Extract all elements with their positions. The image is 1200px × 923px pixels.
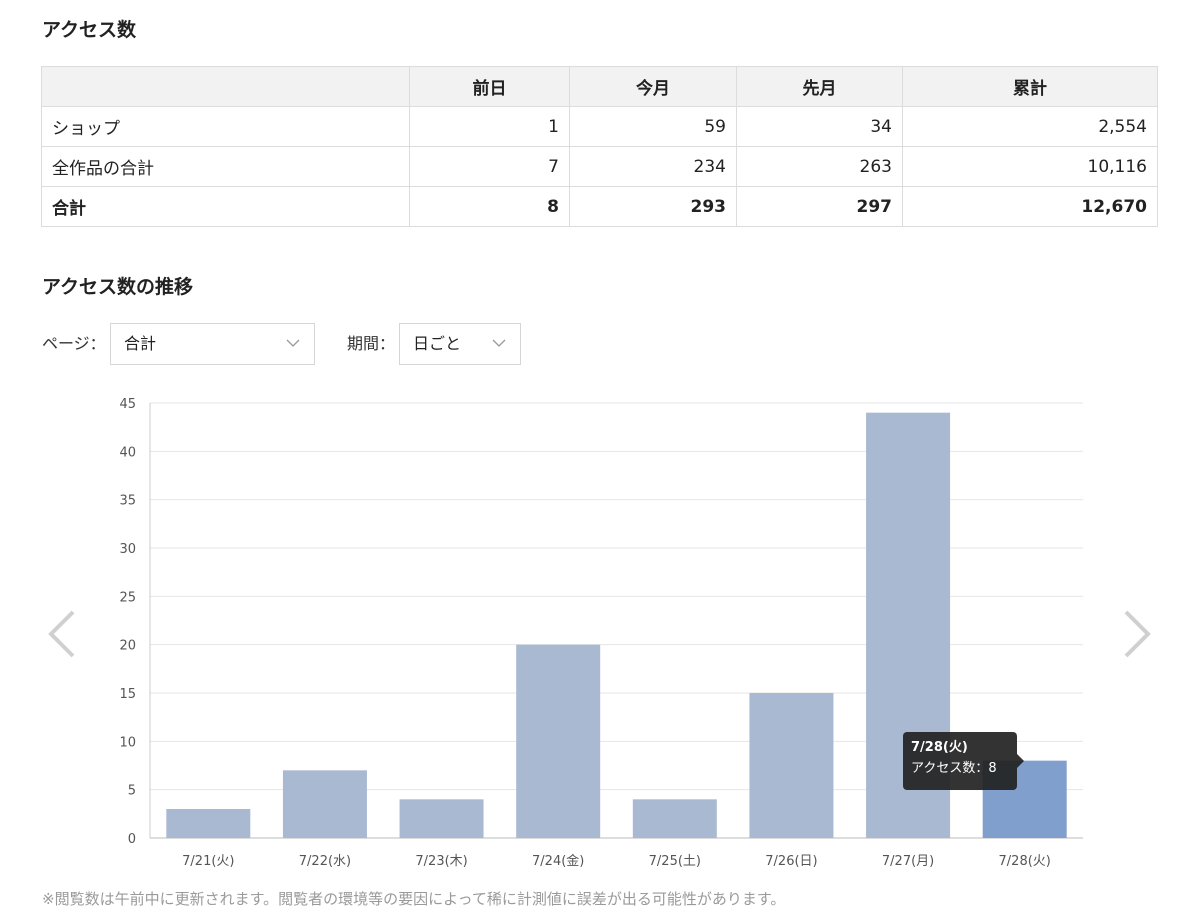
y-tick-label: 0	[128, 832, 136, 847]
bar	[632, 799, 717, 838]
table-header-blank	[41, 66, 410, 107]
row-label: 全作品の合計	[41, 146, 410, 187]
y-tick-label: 30	[119, 542, 136, 557]
page-select[interactable]: 合計	[110, 323, 315, 365]
cell-last-month: 297	[736, 186, 903, 227]
cell-last-month: 263	[736, 146, 903, 187]
y-tick-label: 5	[128, 784, 136, 799]
page-filter-label: ページ：	[42, 334, 106, 353]
y-tick-label: 35	[119, 494, 136, 509]
period-select[interactable]: 日ごと	[399, 323, 521, 365]
cell-yesterday: 1	[409, 106, 570, 147]
table-header-last-month: 先月	[736, 66, 903, 107]
bar	[166, 809, 251, 838]
table-header-cumulative: 累計	[902, 66, 1158, 107]
chevron-down-icon	[492, 339, 506, 347]
chart-tooltip: 7/28(火) アクセス数：8	[903, 732, 1024, 790]
cell-this-month: 293	[569, 186, 737, 227]
bar	[749, 693, 834, 838]
x-tick-label: 7/23(木)	[415, 854, 467, 869]
period-select-value: 日ごと	[413, 334, 462, 353]
cell-last-month: 34	[736, 106, 903, 147]
tooltip-body: アクセス数：8	[911, 758, 1009, 780]
table-header-yesterday: 前日	[409, 66, 570, 107]
y-tick-label: 15	[119, 687, 136, 702]
tooltip-title: 7/28(火)	[911, 740, 968, 755]
tooltip-label: アクセス数：	[911, 761, 989, 776]
x-tick-label: 7/28(火)	[999, 854, 1051, 869]
cell-this-month: 59	[569, 106, 737, 147]
cell-cumulative: 2,554	[902, 106, 1158, 147]
chevron-right-icon[interactable]	[1120, 608, 1154, 660]
x-tick-label: 7/22(水)	[299, 854, 351, 869]
table-row-all-works: 全作品の合計 7 234 263 10,116	[41, 146, 1158, 187]
table-row-total: 合計 8 293 297 12,670	[41, 186, 1158, 227]
access-bar-chart: 0 5 10 15 20 25 30 35 40 45 7/21(火) 7/22(水) 7/23(木) 7…	[119, 397, 1083, 869]
x-tick-label: 7/26(日)	[765, 854, 817, 869]
chevron-left-icon[interactable]	[45, 608, 79, 660]
y-tick-label: 40	[119, 445, 136, 460]
row-label: ショップ	[41, 106, 410, 147]
x-tick-label: 7/27(月)	[882, 854, 934, 869]
bar	[516, 644, 601, 838]
cell-this-month: 234	[569, 146, 737, 187]
table-header-row: 前日 今月 先月 累計	[41, 66, 1158, 107]
x-tick-label: 7/24(金)	[532, 853, 584, 869]
period-filter-label: 期間：	[347, 334, 396, 353]
y-tick-label: 45	[119, 397, 136, 412]
cell-cumulative: 12,670	[902, 186, 1158, 227]
cell-cumulative: 10,116	[902, 146, 1158, 187]
footnote: ※閲覧数は午前中に更新されます。閲覧者の環境等の要因によって稀に計測値に誤差が出…	[42, 890, 786, 908]
cell-yesterday: 7	[409, 146, 570, 187]
y-tick-label: 25	[119, 590, 136, 605]
x-tick-label: 7/25(土)	[649, 854, 701, 869]
section-title-access: アクセス数	[42, 19, 137, 41]
access-table: 前日 今月 先月 累計 ショップ 1 59 34 2,554 全作品の合計 7 …	[41, 66, 1158, 227]
bar	[399, 799, 484, 838]
chevron-down-icon	[286, 339, 300, 347]
tooltip-value: 8	[988, 761, 997, 776]
page-select-value: 合計	[124, 334, 157, 353]
bar	[282, 770, 367, 838]
x-tick-label: 7/21(火)	[182, 854, 234, 869]
table-header-this-month: 今月	[569, 66, 737, 107]
row-label: 合計	[41, 186, 410, 227]
y-tick-label: 10	[119, 735, 136, 750]
y-tick-label: 20	[119, 639, 136, 654]
cell-yesterday: 8	[409, 186, 570, 227]
section-title-trend: アクセス数の推移	[42, 276, 194, 298]
table-row-shop: ショップ 1 59 34 2,554	[41, 106, 1158, 147]
